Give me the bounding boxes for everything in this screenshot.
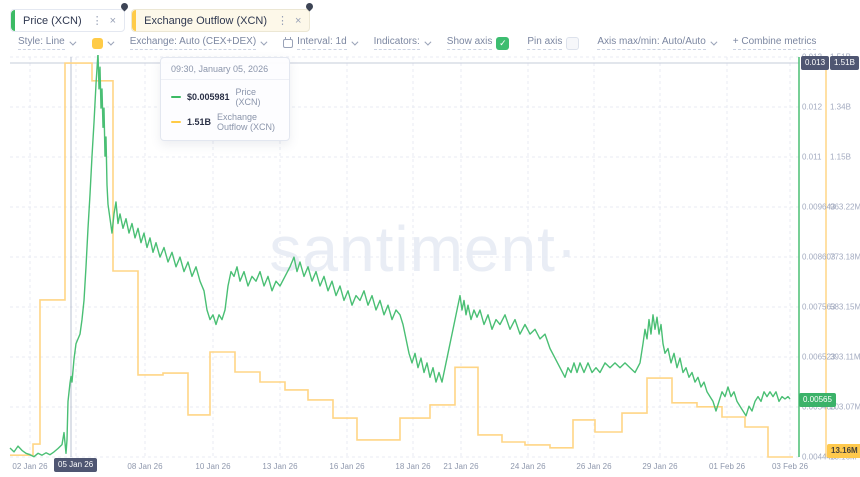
chevron-down-icon: [424, 38, 431, 45]
santiment-chart-app: Price (XCN) ⋮ × Exchange Outflow (XCN) ⋮…: [0, 0, 860, 477]
date-axis-tick: 29 Jan 26: [642, 462, 677, 471]
pin-axis-toggle[interactable]: Pin axis: [527, 36, 579, 50]
pin-axis-checkbox[interactable]: [566, 37, 579, 50]
date-axis-tick: 03 Feb 26: [772, 462, 808, 471]
date-axis-tick: 16 Jan 26: [329, 462, 364, 471]
crosshair-outflow-badge: 1.51B: [830, 56, 859, 70]
tooltip-row-price: $0.005981 Price (XCN): [171, 87, 279, 107]
chart-canvas[interactable]: [0, 55, 860, 477]
outflow-axis-tick: 773.18M: [830, 253, 860, 262]
chart-tooltip: 09:30, January 05, 2026 $0.005981 Price …: [160, 57, 290, 141]
tab-exchange-outflow-xcn[interactable]: Exchange Outflow (XCN) ⋮ ×: [131, 9, 310, 32]
crosshair-price-badge: 0.013: [801, 56, 829, 70]
outflow-axis-tick: 1.15B: [830, 153, 851, 162]
tab-close-icon[interactable]: ×: [110, 15, 116, 27]
date-axis-tick: 13 Jan 26: [262, 462, 297, 471]
date-axis-tick: 26 Jan 26: [576, 462, 611, 471]
date-axis-tick: 02 Jan 26: [12, 462, 47, 471]
outflow-axis-tick: 963.22M: [830, 203, 860, 212]
crosshair-date-badge: 05 Jan 26: [54, 458, 97, 472]
outflow-last-value-badge: 13.16M: [827, 444, 860, 458]
tab-price-xcn[interactable]: Price (XCN) ⋮ ×: [10, 9, 125, 32]
chart-area[interactable]: santiment· 0.0130.0120.0110.0096430.0086…: [0, 0, 860, 477]
chevron-down-icon: [261, 38, 268, 45]
date-axis-tick: 18 Jan 26: [395, 462, 430, 471]
date-axis-tick: 01 Feb 26: [709, 462, 745, 471]
color-swatch-dropdown[interactable]: [92, 38, 112, 49]
metric-tabs: Price (XCN) ⋮ × Exchange Outflow (XCN) ⋮…: [10, 9, 310, 32]
date-axis-tick: 21 Jan 26: [443, 462, 478, 471]
price-axis-tick: 0.012: [802, 103, 822, 112]
date-axis-tick: 10 Jan 26: [195, 462, 230, 471]
combine-metrics-button[interactable]: + Combine metrics: [733, 36, 817, 50]
exchange-dropdown[interactable]: Exchange: Auto (CEX+DEX): [130, 36, 265, 50]
calendar-icon: [283, 39, 293, 48]
style-dropdown[interactable]: Style: Line: [18, 36, 74, 50]
tooltip-row-outflow: 1.51B Exchange Outflow (XCN): [171, 112, 279, 132]
tab-menu-icon[interactable]: ⋮: [277, 14, 288, 27]
outflow-axis-tick: 1.34B: [830, 103, 851, 112]
tab-close-icon[interactable]: ×: [295, 15, 301, 27]
tab-color-bar: [11, 10, 15, 31]
tab-menu-icon[interactable]: ⋮: [92, 14, 103, 27]
price-series-dash-icon: [171, 96, 181, 98]
tab-label: Price (XCN): [23, 15, 82, 27]
price-last-value-badge: 0.00565: [799, 393, 836, 407]
chevron-down-icon: [351, 38, 358, 45]
interval-dropdown[interactable]: Interval: 1d: [283, 36, 355, 50]
show-axis-toggle[interactable]: Show axis ✓: [447, 36, 510, 50]
chevron-down-icon: [107, 38, 114, 45]
chevron-down-icon: [710, 38, 717, 45]
outflow-axis-tick: 583.15M: [830, 303, 860, 312]
tab-label: Exchange Outflow (XCN): [144, 15, 267, 27]
chevron-down-icon: [69, 38, 76, 45]
indicators-dropdown[interactable]: Indicators:: [374, 36, 429, 50]
axis-maxmin-dropdown[interactable]: Axis max/min: Auto/Auto: [597, 36, 714, 50]
tab-color-bar: [132, 10, 136, 31]
outflow-series-dash-icon: [171, 121, 181, 123]
chart-toolbar: Style: Line Exchange: Auto (CEX+DEX) Int…: [18, 36, 816, 50]
color-swatch: [92, 38, 103, 49]
price-axis-tick: 0.011: [802, 153, 821, 162]
tooltip-timestamp: 09:30, January 05, 2026: [161, 58, 289, 80]
date-axis-tick: 08 Jan 26: [127, 462, 162, 471]
date-axis-tick: 24 Jan 26: [510, 462, 545, 471]
outflow-axis-tick: 393.11M: [830, 353, 860, 362]
show-axis-checkbox[interactable]: ✓: [496, 37, 509, 50]
